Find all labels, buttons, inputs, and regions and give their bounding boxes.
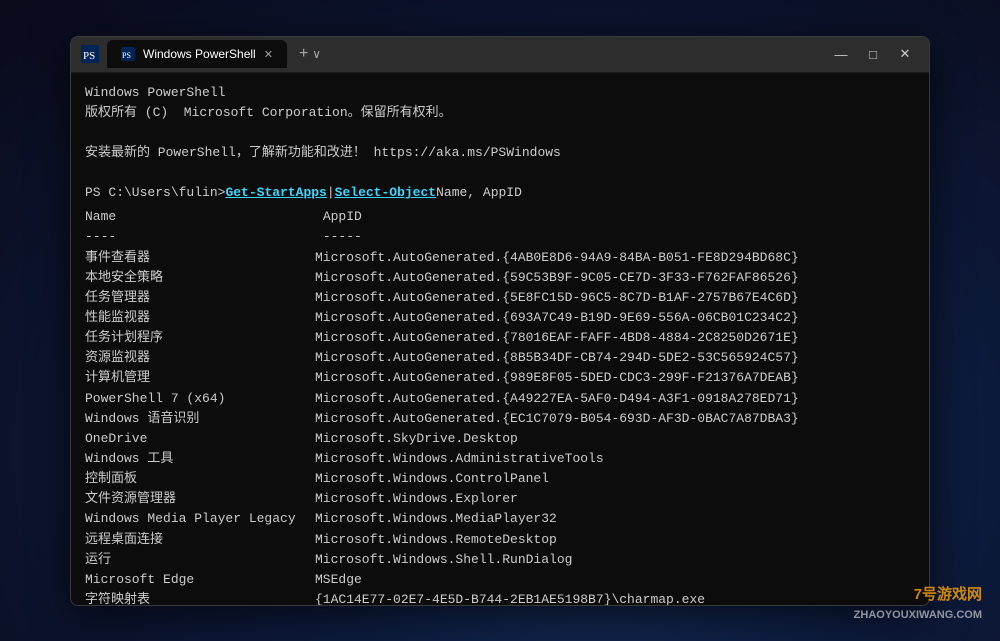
close-button[interactable]: ✕ bbox=[891, 44, 919, 64]
row-name: Microsoft Edge bbox=[85, 570, 315, 590]
row-name: Windows 工具 bbox=[85, 449, 315, 469]
table-row: Windows 语音识别Microsoft.AutoGenerated.{EC1… bbox=[85, 409, 915, 429]
watermark-url: ZHAOYOUXIWANG.COM bbox=[854, 607, 982, 624]
row-appid: Microsoft.Windows.RemoteDesktop bbox=[315, 532, 557, 547]
table-row: Windows Media Player LegacyMicrosoft.Win… bbox=[85, 509, 915, 529]
command-args: Name, AppID bbox=[436, 183, 522, 203]
command-select: Select-Object bbox=[335, 183, 436, 203]
row-name: 任务计划程序 bbox=[85, 328, 315, 348]
desktop: PS PS Windows PowerShell ✕ + ∨ — bbox=[0, 0, 1000, 641]
table-area: Name AppID ---- ----- 事件查看器Microsoft.Aut… bbox=[85, 207, 915, 604]
minimize-button[interactable]: — bbox=[827, 44, 855, 64]
header-line2: 版权所有 (C) Microsoft Corporation。保留所有权利。 bbox=[85, 103, 915, 123]
svg-text:PS: PS bbox=[122, 51, 131, 60]
col-dash-name: ---- bbox=[85, 227, 315, 247]
tab-close-button[interactable]: ✕ bbox=[264, 48, 273, 61]
command-get: Get-StartApps bbox=[225, 183, 326, 203]
watermark: 7号游戏网 ZHAOYOUXIWANG.COM bbox=[854, 584, 982, 623]
table-row: 远程桌面连接Microsoft.Windows.RemoteDesktop bbox=[85, 530, 915, 550]
table-rows: 事件查看器Microsoft.AutoGenerated.{4AB0E8D6-9… bbox=[85, 248, 915, 605]
row-appid: Microsoft.AutoGenerated.{A49227EA-5AF0-D… bbox=[315, 391, 799, 406]
header-line3 bbox=[85, 123, 915, 143]
pipe-char: | bbox=[327, 183, 335, 203]
header-line1: Windows PowerShell bbox=[85, 83, 915, 103]
row-name: 控制面板 bbox=[85, 469, 315, 489]
maximize-button[interactable]: □ bbox=[859, 44, 887, 64]
table-row: 控制面板Microsoft.Windows.ControlPanel bbox=[85, 469, 915, 489]
row-appid: Microsoft.AutoGenerated.{59C53B9F-9C05-C… bbox=[315, 270, 799, 285]
col-header-name: Name bbox=[85, 207, 315, 227]
row-appid: {1AC14E77-02E7-4E5D-B744-2EB1AE5198B7}\c… bbox=[315, 592, 705, 604]
table-row: Microsoft EdgeMSEdge bbox=[85, 570, 915, 590]
table-row: 资源监视器Microsoft.AutoGenerated.{8B5B34DF-C… bbox=[85, 348, 915, 368]
row-name: 任务管理器 bbox=[85, 288, 315, 308]
row-appid: Microsoft.AutoGenerated.{5E8FC15D-96C5-8… bbox=[315, 290, 799, 305]
row-appid: Microsoft.AutoGenerated.{4AB0E8D6-94A9-8… bbox=[315, 250, 799, 265]
table-row: 计算机管理Microsoft.AutoGenerated.{989E8F05-5… bbox=[85, 368, 915, 388]
row-appid: Microsoft.Windows.AdministrativeTools bbox=[315, 451, 604, 466]
row-name: 本地安全策略 bbox=[85, 268, 315, 288]
header-line5 bbox=[85, 163, 915, 183]
row-name: 计算机管理 bbox=[85, 368, 315, 388]
prompt: PS C:\Users\fulin> bbox=[85, 183, 225, 203]
row-name: Windows 语音识别 bbox=[85, 409, 315, 429]
svg-text:PS: PS bbox=[83, 50, 95, 62]
row-appid: Microsoft.AutoGenerated.{EC1C7079-B054-6… bbox=[315, 411, 799, 426]
titlebar: PS PS Windows PowerShell ✕ + ∨ — bbox=[71, 37, 929, 73]
row-name: 远程桌面连接 bbox=[85, 530, 315, 550]
table-row: 文件资源管理器Microsoft.Windows.Explorer bbox=[85, 489, 915, 509]
row-name: 字符映射表 bbox=[85, 590, 315, 604]
row-appid: Microsoft.AutoGenerated.{78016EAF-FAFF-4… bbox=[315, 330, 799, 345]
powershell-icon: PS bbox=[81, 45, 99, 63]
row-appid: Microsoft.Windows.Explorer bbox=[315, 491, 518, 506]
row-name: 性能监视器 bbox=[85, 308, 315, 328]
tab-label: Windows PowerShell bbox=[143, 47, 256, 61]
row-name: 文件资源管理器 bbox=[85, 489, 315, 509]
header-line4: 安装最新的 PowerShell，了解新功能和改进！ https://aka.m… bbox=[85, 143, 915, 163]
row-name: 事件查看器 bbox=[85, 248, 315, 268]
row-appid: Microsoft.Windows.MediaPlayer32 bbox=[315, 511, 557, 526]
terminal-content[interactable]: Windows PowerShell 版权所有 (C) Microsoft Co… bbox=[71, 73, 929, 605]
table-row: PowerShell 7 (x64)Microsoft.AutoGenerate… bbox=[85, 389, 915, 409]
tab-powershell[interactable]: PS Windows PowerShell ✕ bbox=[107, 40, 287, 68]
table-row: 任务管理器Microsoft.AutoGenerated.{5E8FC15D-9… bbox=[85, 288, 915, 308]
tab-area: PS Windows PowerShell ✕ + ∨ bbox=[107, 40, 827, 68]
row-name: 运行 bbox=[85, 550, 315, 570]
col-header-appid: AppID bbox=[323, 209, 362, 224]
table-row: 字符映射表{1AC14E77-02E7-4E5D-B744-2EB1AE5198… bbox=[85, 590, 915, 604]
col-dash-appid: ----- bbox=[323, 229, 362, 244]
row-appid: Microsoft.SkyDrive.Desktop bbox=[315, 431, 518, 446]
row-name: PowerShell 7 (x64) bbox=[85, 389, 315, 409]
row-appid: Microsoft.Windows.ControlPanel bbox=[315, 471, 549, 486]
row-appid: Microsoft.Windows.Shell.RunDialog bbox=[315, 552, 572, 567]
table-row: Windows 工具Microsoft.Windows.Administrati… bbox=[85, 449, 915, 469]
row-name: OneDrive bbox=[85, 429, 315, 449]
new-tab-button[interactable]: + ∨ bbox=[291, 45, 329, 63]
table-header-row: Name AppID bbox=[85, 207, 915, 227]
row-appid: Microsoft.AutoGenerated.{693A7C49-B19D-9… bbox=[315, 310, 799, 325]
watermark-name: 7号游戏网 bbox=[854, 584, 982, 607]
table-row: 本地安全策略Microsoft.AutoGenerated.{59C53B9F-… bbox=[85, 268, 915, 288]
table-dash-row: ---- ----- bbox=[85, 227, 915, 247]
table-row: 任务计划程序Microsoft.AutoGenerated.{78016EAF-… bbox=[85, 328, 915, 348]
row-name: 资源监视器 bbox=[85, 348, 315, 368]
powershell-window: PS PS Windows PowerShell ✕ + ∨ — bbox=[70, 36, 930, 606]
table-row: 运行Microsoft.Windows.Shell.RunDialog bbox=[85, 550, 915, 570]
command-line: PS C:\Users\fulin> Get-StartApps | Selec… bbox=[85, 183, 915, 203]
table-row: 事件查看器Microsoft.AutoGenerated.{4AB0E8D6-9… bbox=[85, 248, 915, 268]
row-appid: Microsoft.AutoGenerated.{989E8F05-5DED-C… bbox=[315, 370, 799, 385]
row-name: Windows Media Player Legacy bbox=[85, 509, 315, 529]
window-controls: — □ ✕ bbox=[827, 44, 919, 64]
row-appid: MSEdge bbox=[315, 572, 362, 587]
table-row: 性能监视器Microsoft.AutoGenerated.{693A7C49-B… bbox=[85, 308, 915, 328]
tab-icon: PS bbox=[121, 47, 135, 61]
table-row: OneDriveMicrosoft.SkyDrive.Desktop bbox=[85, 429, 915, 449]
row-appid: Microsoft.AutoGenerated.{8B5B34DF-CB74-2… bbox=[315, 350, 799, 365]
